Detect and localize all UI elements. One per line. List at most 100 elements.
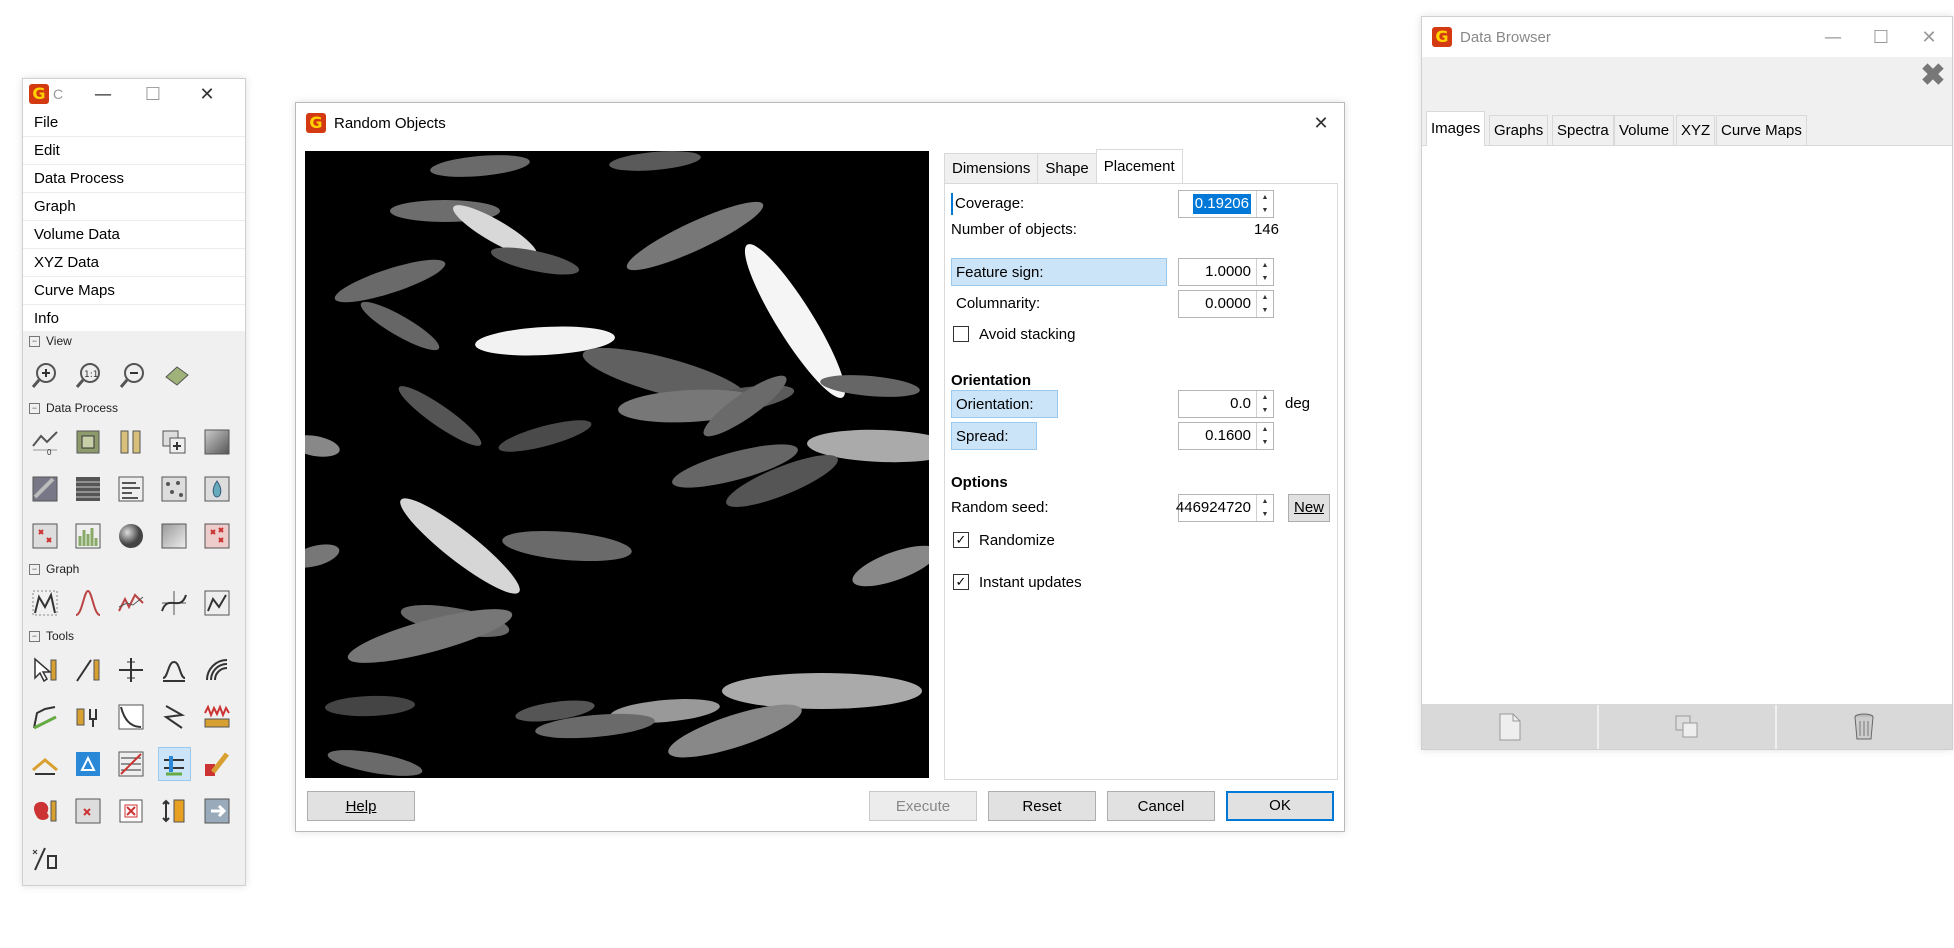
duplicate-icon[interactable] [159, 426, 190, 458]
coverage-arrows[interactable]: ▲ ▼ [1256, 191, 1273, 217]
menu-edit[interactable]: Edit [23, 137, 245, 165]
coverage-value[interactable]: 0.19206 [1192, 194, 1251, 214]
section-view[interactable]: − View [23, 331, 245, 351]
feature-sign-value[interactable]: 1.0000 [1205, 259, 1251, 285]
crosshair-tool-icon[interactable] [115, 654, 146, 686]
duplicate-document-button[interactable] [1599, 705, 1775, 749]
flatten-icon[interactable] [159, 520, 190, 552]
close-button[interactable]: ✕ [187, 79, 227, 109]
spread-arrows[interactable]: ▲ ▼ [1256, 423, 1273, 449]
graph-cut-icon[interactable] [159, 587, 190, 619]
level-plane-icon[interactable]: 0 [29, 426, 60, 458]
zoom-out-icon[interactable] [117, 359, 149, 391]
correct-spot-icon[interactable] [115, 795, 146, 827]
crop-icon[interactable] [72, 426, 103, 458]
shade-icon[interactable] [29, 473, 60, 505]
dialog-close-button[interactable]: ✕ [1298, 103, 1344, 143]
distance-tool-icon[interactable] [115, 701, 146, 733]
gradient-icon[interactable] [202, 426, 233, 458]
ok-button[interactable]: OK [1226, 791, 1334, 821]
feature-sign-spinner[interactable]: 1.0000 ▲ ▼ [1178, 258, 1274, 286]
close-file-icon[interactable]: ✖ [1918, 61, 1948, 91]
delete-button[interactable] [1776, 705, 1952, 749]
graph-fit-icon[interactable] [72, 587, 103, 619]
instant-updates-box[interactable]: ✓ [953, 574, 969, 590]
db-minimize-button[interactable]: — [1810, 17, 1856, 57]
graph-filter-icon[interactable] [115, 587, 146, 619]
tab-dimensions[interactable]: Dimensions [944, 153, 1039, 183]
filter-tool-icon[interactable] [115, 748, 146, 780]
seed-value[interactable]: 446924720 [1176, 495, 1251, 521]
seed-arrows[interactable]: ▲ ▼ [1256, 495, 1273, 521]
minimize-button[interactable]: — [83, 79, 123, 109]
new-document-button[interactable] [1422, 705, 1598, 749]
db-tab-volume[interactable]: Volume [1614, 115, 1675, 145]
avoid-stacking-box[interactable] [953, 326, 969, 342]
menu-curve-maps[interactable]: Curve Maps [23, 277, 245, 305]
maximize-button[interactable]: ☐ [133, 79, 173, 109]
tab-placement[interactable]: Placement [1095, 149, 1183, 183]
3d-view-icon[interactable] [161, 359, 193, 391]
roughness-tool-icon[interactable] [202, 701, 233, 733]
spectro-tool-icon[interactable] [159, 701, 190, 733]
path-tool-icon[interactable] [29, 842, 61, 874]
zoom-in-icon[interactable] [29, 359, 61, 391]
line-tool-icon[interactable] [72, 654, 103, 686]
mask-editor-icon[interactable] [29, 748, 60, 780]
menu-file[interactable]: File [23, 109, 245, 137]
seed-spinner[interactable]: 446924720 ▲ ▼ [1176, 494, 1274, 522]
orientation-spinner[interactable]: 0.0 ▲ ▼ [1178, 390, 1274, 418]
selection-tool-icon[interactable] [72, 748, 103, 780]
menu-volume-data[interactable]: Volume Data [23, 221, 245, 249]
db-tab-spectra[interactable]: Spectra [1552, 115, 1614, 145]
pencil-tool-icon[interactable] [202, 748, 233, 780]
section-data-process[interactable]: − Data Process [23, 398, 245, 418]
new-seed-button[interactable]: New [1288, 494, 1330, 522]
randomize-box[interactable]: ✓ [953, 532, 969, 548]
level-tool-icon[interactable] [157, 746, 191, 781]
export-tool-icon[interactable] [202, 795, 233, 827]
row-align-icon[interactable] [72, 473, 103, 505]
columnarity-spinner[interactable]: 0.0000 ▲ ▼ [1178, 290, 1274, 318]
grain-remove-icon[interactable] [29, 795, 60, 827]
grains-icon[interactable] [159, 473, 190, 505]
mark-defects-icon[interactable] [202, 520, 233, 552]
polyline-tool-icon[interactable] [29, 701, 60, 733]
spot-remove-icon[interactable] [72, 795, 103, 827]
db-tab-curve-maps[interactable]: Curve Maps [1716, 115, 1807, 145]
randomize-checkbox[interactable]: ✓ Randomize [953, 528, 1055, 552]
scale-icon[interactable] [115, 426, 146, 458]
cancel-button[interactable]: Cancel [1107, 791, 1215, 821]
section-graph[interactable]: − Graph [23, 559, 245, 579]
sphere-icon[interactable] [115, 520, 146, 552]
spread-spinner[interactable]: 0.1600 ▲ ▼ [1178, 422, 1274, 450]
help-button[interactable]: Help [307, 791, 415, 821]
feature-sign-arrows[interactable]: ▲ ▼ [1256, 259, 1273, 285]
radial-profile-icon[interactable] [202, 654, 233, 686]
execute-button[interactable]: Execute [869, 791, 977, 821]
zoom-1-1-icon[interactable]: 1:1 [73, 359, 105, 391]
db-maximize-button[interactable]: ☐ [1858, 17, 1904, 57]
db-tab-images[interactable]: Images [1426, 111, 1486, 146]
watershed-icon[interactable] [202, 473, 233, 505]
statistics-tool-icon[interactable] [72, 701, 103, 733]
columnarity-arrows[interactable]: ▲ ▼ [1256, 291, 1273, 317]
graph-measure-icon[interactable] [202, 587, 233, 619]
tab-shape[interactable]: Shape [1037, 153, 1097, 183]
data-browser-list[interactable] [1422, 146, 1952, 705]
instant-updates-checkbox[interactable]: ✓ Instant updates [953, 570, 1082, 594]
menu-info[interactable]: Info [23, 305, 245, 333]
avoid-stacking-checkbox[interactable]: Avoid stacking [953, 322, 1075, 346]
menu-data-process[interactable]: Data Process [23, 165, 245, 193]
orientation-arrows[interactable]: ▲ ▼ [1256, 391, 1273, 417]
orientation-value[interactable]: 0.0 [1230, 391, 1251, 417]
section-tools[interactable]: − Tools [23, 626, 245, 646]
menu-xyz-data[interactable]: XYZ Data [23, 249, 245, 277]
graph-level-icon[interactable] [29, 587, 60, 619]
remove-spots-icon[interactable] [29, 520, 60, 552]
db-tab-xyz[interactable]: XYZ [1676, 115, 1716, 145]
histogram-icon[interactable] [72, 520, 103, 552]
spread-value[interactable]: 0.1600 [1205, 423, 1251, 449]
db-close-button[interactable]: ✕ [1906, 17, 1952, 57]
pointer-tool-icon[interactable] [29, 654, 60, 686]
